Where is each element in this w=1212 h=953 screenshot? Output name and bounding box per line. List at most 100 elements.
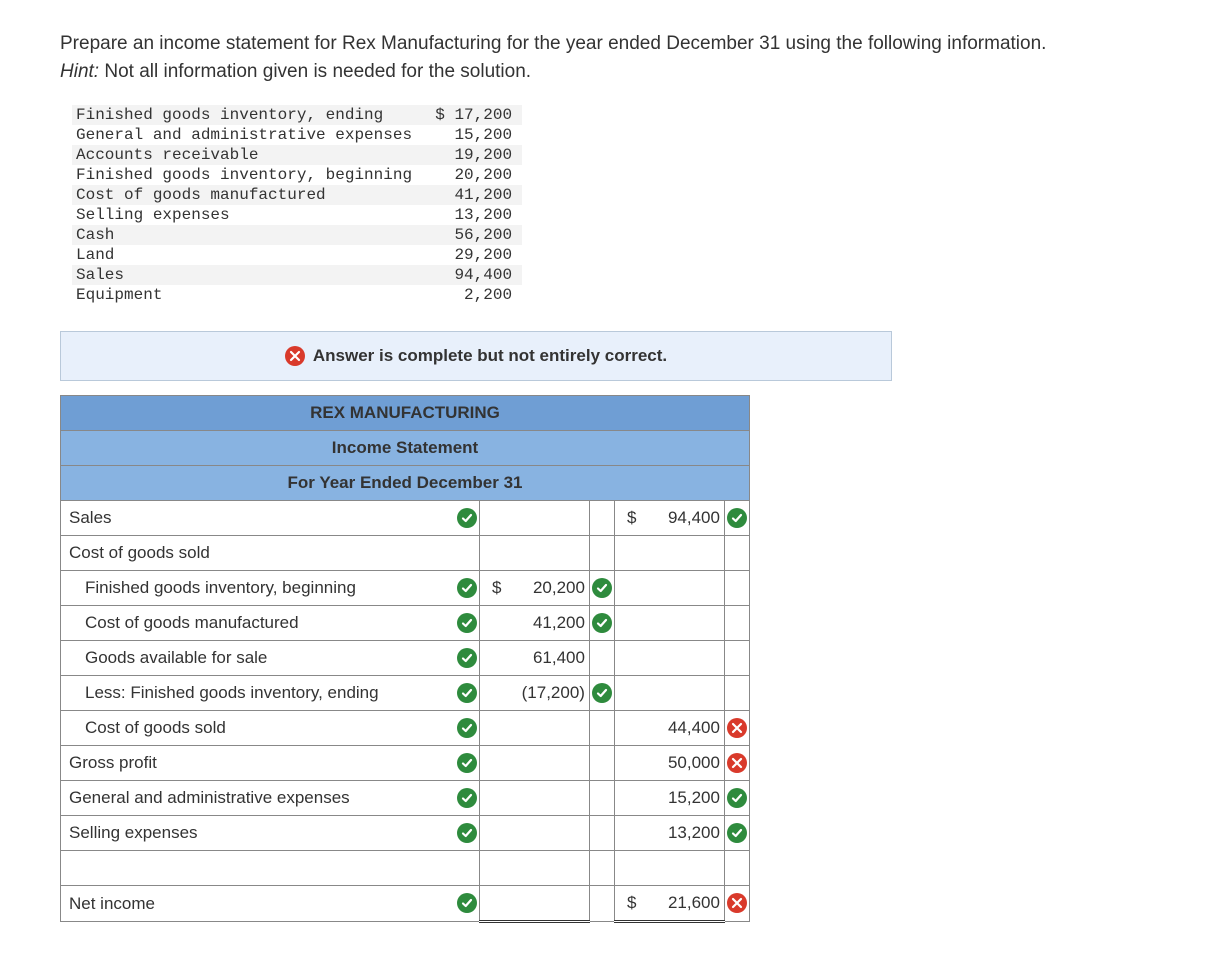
dollar-sign: $ [623,893,636,913]
info-label: Accounts receivable [72,145,422,165]
info-label: General and administrative expenses [72,125,422,145]
mark-cell [724,781,749,816]
check-icon [457,683,477,703]
amount-cell[interactable] [479,501,589,536]
amount-cell[interactable]: (17,200) [479,676,589,711]
amount-cell[interactable] [614,571,724,606]
check-icon [457,718,477,738]
amount-cell[interactable]: 61,400 [479,641,589,676]
info-label: Finished goods inventory, beginning [72,165,422,185]
amount-value: 44,400 [668,718,720,738]
line-item-label[interactable]: Sales [61,501,455,536]
amount-value: 94,400 [668,508,720,528]
info-row: Accounts receivable19,200 [72,145,522,165]
dollar-sign: $ [623,508,636,528]
amount-cell[interactable] [614,606,724,641]
info-row: Land29,200 [72,245,522,265]
mark-cell [455,711,480,746]
info-row: Selling expenses13,200 [72,205,522,225]
statement-title: REX MANUFACTURING [61,396,750,431]
amount-cell[interactable]: 50,000 [614,746,724,781]
check-icon [592,683,612,703]
amount-cell[interactable]: 44,400 [614,711,724,746]
mark-cell [724,711,749,746]
statement-row: Less: Finished goods inventory, ending (1… [61,676,750,711]
line-item-label[interactable]: Goods available for sale [61,641,455,676]
line-item-label[interactable]: Cost of goods sold [61,536,455,571]
amount-value: 15,200 [668,788,720,808]
line-item-label[interactable]: Finished goods inventory, beginning [61,571,455,606]
amount-cell[interactable] [479,746,589,781]
mark-cell [589,746,614,781]
info-value: 41,200 [422,185,522,205]
mark-cell [724,886,749,922]
amount-cell[interactable] [614,676,724,711]
mark-cell [724,746,749,781]
line-item-label[interactable]: Cost of goods sold [61,711,455,746]
amount-cell[interactable]: $20,200 [479,571,589,606]
mark-cell [589,711,614,746]
info-row: Finished goods inventory, beginning20,20… [72,165,522,185]
info-row: Equipment2,200 [72,285,522,305]
amount-cell[interactable] [479,536,589,571]
amount-cell[interactable] [479,851,589,886]
amount-cell[interactable] [614,851,724,886]
check-icon [457,753,477,773]
dollar-sign: $ [488,578,501,598]
mark-cell [589,886,614,922]
statement-period: For Year Ended December 31 [61,466,750,501]
line-item-label[interactable]: Gross profit [61,746,455,781]
info-value: 15,200 [422,125,522,145]
amount-value: 21,600 [668,893,720,913]
mark-cell [724,851,749,886]
line-item-label[interactable]: Selling expenses [61,816,455,851]
check-icon [457,508,477,528]
line-item-label[interactable] [61,851,455,886]
check-icon [727,788,747,808]
amount-value: 20,200 [533,578,585,598]
given-information-table: Finished goods inventory, ending$ 17,200… [72,105,522,305]
cross-icon [727,718,747,738]
amount-cell[interactable] [479,886,589,922]
statement-row: Cost of goods sold 44,400 [61,711,750,746]
check-icon [457,893,477,913]
mark-cell [455,886,480,922]
mark-cell [589,816,614,851]
amount-cell[interactable] [479,711,589,746]
hint-text: Not all information given is needed for … [104,61,531,82]
amount-cell[interactable]: $21,600 [614,886,724,922]
mark-cell [589,781,614,816]
mark-cell [724,816,749,851]
statement-row: Gross profit 50,000 [61,746,750,781]
line-item-label[interactable]: General and administrative expenses [61,781,455,816]
line-item-label[interactable]: Net income [61,886,455,922]
amount-value: 41,200 [533,613,585,633]
check-icon [592,578,612,598]
amount-cell[interactable]: $94,400 [614,501,724,536]
amount-cell[interactable] [479,781,589,816]
statement-row: Goods available for sale 61,400 [61,641,750,676]
line-item-label[interactable]: Cost of goods manufactured [61,606,455,641]
mark-cell [455,746,480,781]
info-value: 13,200 [422,205,522,225]
check-icon [457,823,477,843]
info-row: Sales94,400 [72,265,522,285]
amount-cell[interactable] [479,816,589,851]
statement-row: Net income $21,600 [61,886,750,922]
amount-cell[interactable]: 15,200 [614,781,724,816]
mark-cell [589,536,614,571]
amount-cell[interactable]: 41,200 [479,606,589,641]
info-value: 2,200 [422,285,522,305]
feedback-banner: Answer is complete but not entirely corr… [60,331,892,381]
amount-cell[interactable] [614,641,724,676]
check-icon [457,788,477,808]
info-value: 56,200 [422,225,522,245]
info-value: 94,400 [422,265,522,285]
mark-cell [724,606,749,641]
mark-cell [589,641,614,676]
amount-cell[interactable]: 13,200 [614,816,724,851]
line-item-label[interactable]: Less: Finished goods inventory, ending [61,676,455,711]
info-label: Finished goods inventory, ending [72,105,422,125]
mark-cell [455,816,480,851]
amount-cell[interactable] [614,536,724,571]
